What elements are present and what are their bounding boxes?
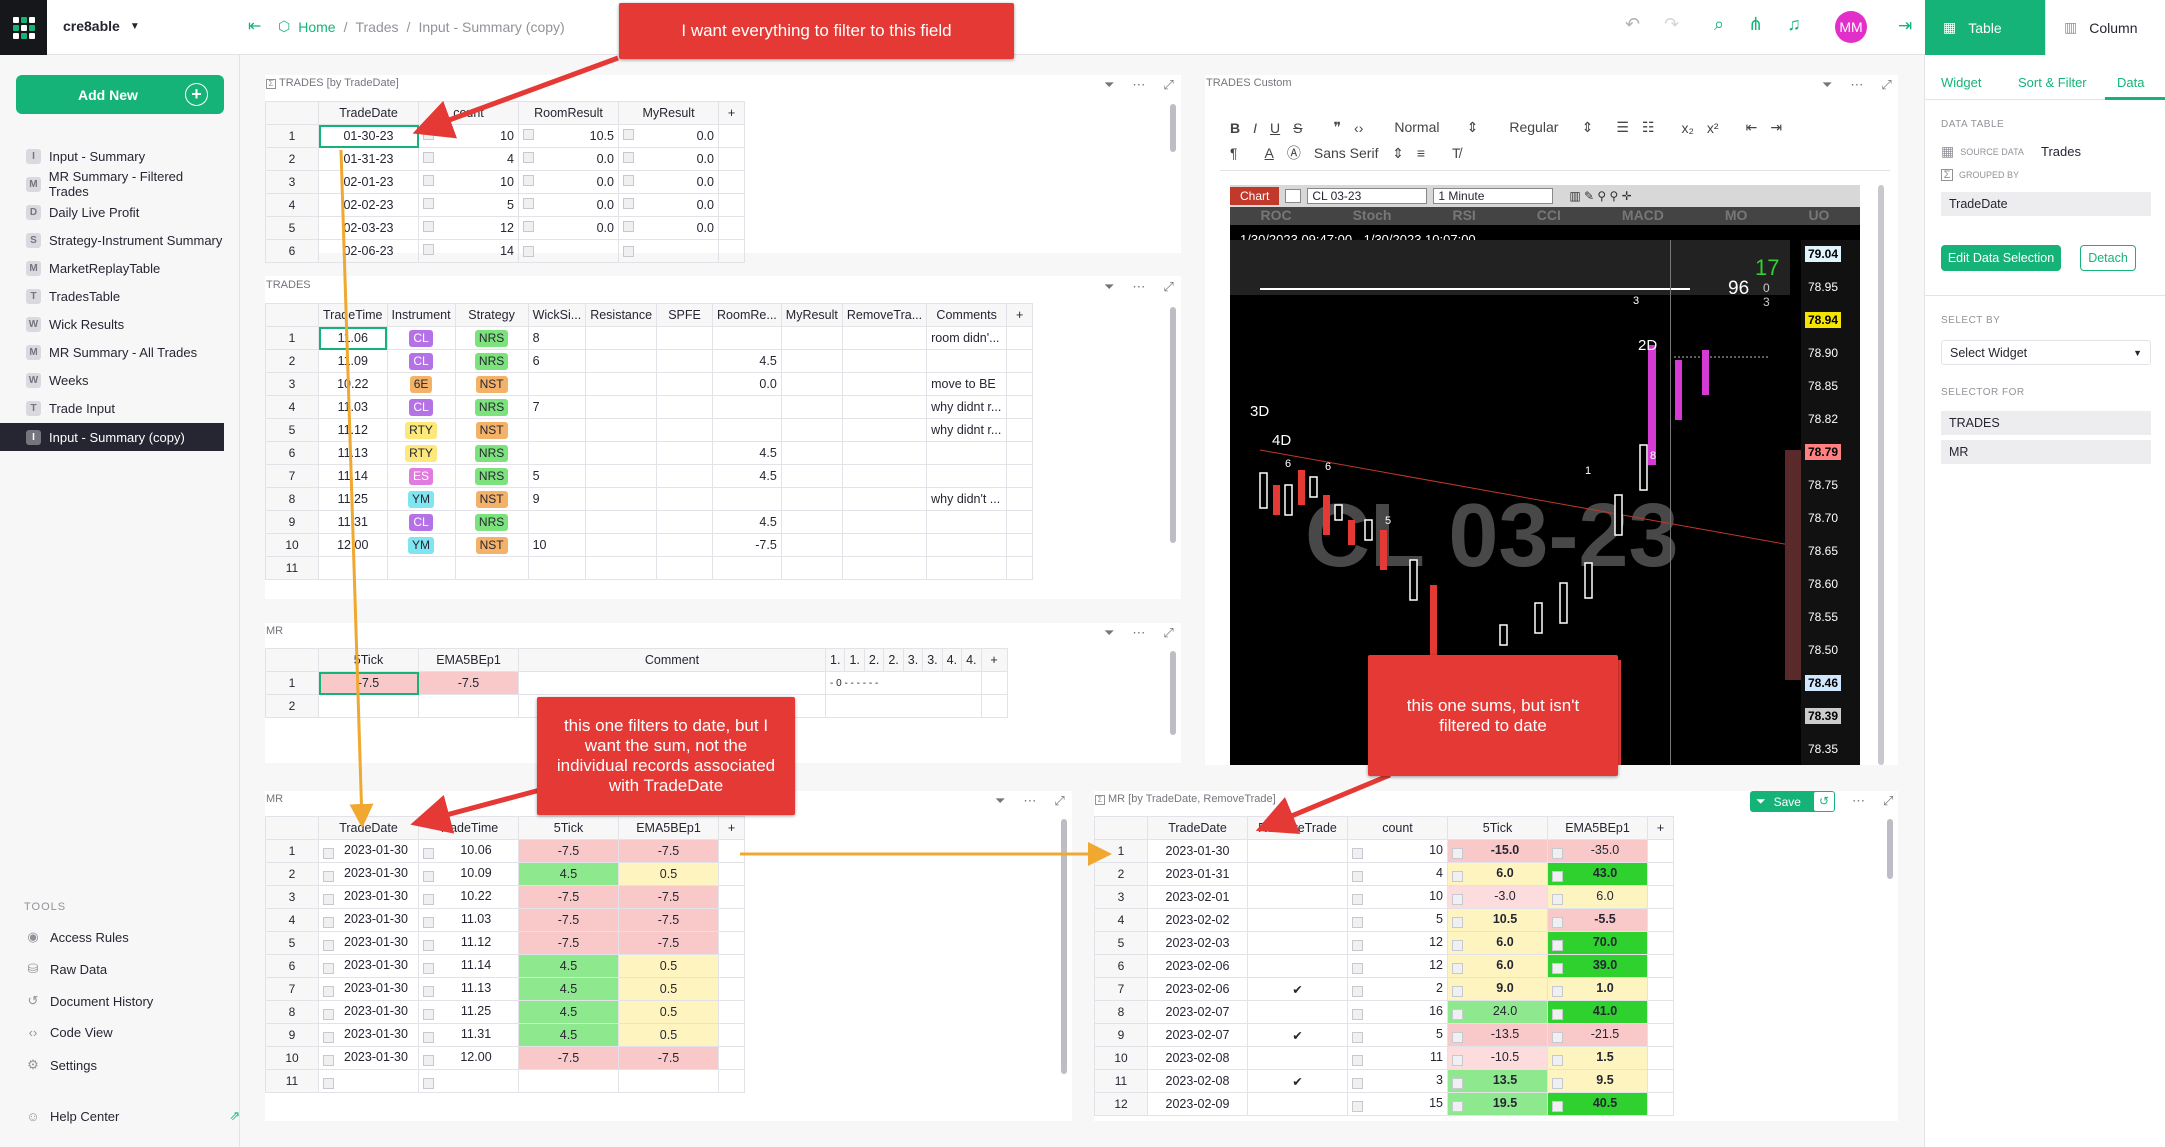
callout-top: I want everything to filter to this fiel…: [619, 3, 1014, 59]
annotation-arrows: [339, 55, 1391, 866]
chevron-down-icon: ▼: [2133, 347, 2142, 358]
data-table-label: DATA TABLE: [1941, 119, 2005, 130]
selector-for-label: SELECTOR FOR: [1941, 387, 2025, 398]
tab-data[interactable]: Data: [2117, 75, 2144, 90]
tab-sort-filter[interactable]: Sort & Filter: [2018, 75, 2087, 90]
select-widget-dropdown[interactable]: Select Widget ▼: [1941, 340, 2151, 365]
callout-left: this one filters to date, but I want the…: [537, 697, 795, 815]
selector-item-trades[interactable]: TRADES: [1941, 411, 2151, 435]
selector-item-mr[interactable]: MR: [1941, 440, 2151, 464]
tab-widget[interactable]: Widget: [1941, 75, 1981, 90]
detach-button[interactable]: Detach: [2080, 245, 2136, 271]
source-data-label: SOURCE DATA: [1960, 146, 2024, 157]
select-by-label: SELECT BY: [1941, 315, 2001, 326]
edit-data-selection-button[interactable]: Edit Data Selection: [1941, 245, 2061, 271]
grouped-by-value[interactable]: TradeDate: [1941, 192, 2151, 216]
table-icon: ▦: [1941, 143, 1955, 159]
right-panel: Widget Sort & Filter Data DATA TABLE ▦ S…: [1924, 55, 2165, 1147]
callout-right: this one sums, but isn't filtered to dat…: [1368, 655, 1618, 776]
source-data-value[interactable]: Trades: [2041, 144, 2081, 159]
tab-data-indicator: [2105, 97, 2165, 100]
grouped-by-label: GROUPED BY: [1959, 170, 2020, 180]
summary-icon: Σ: [1941, 169, 1953, 181]
